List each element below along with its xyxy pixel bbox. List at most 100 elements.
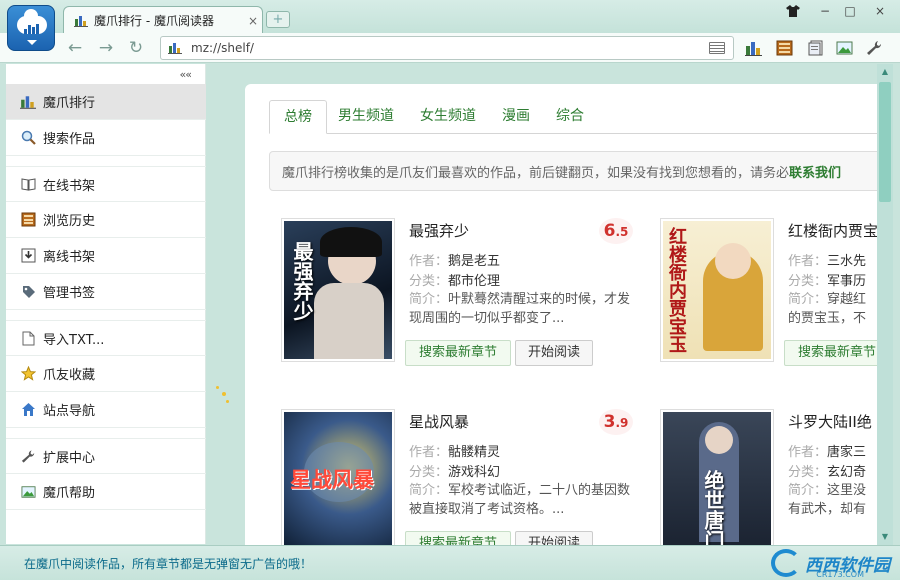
- back-button[interactable]: ←: [64, 37, 86, 59]
- sidebar: «« 魔爪排行 搜索作品 在线书架 浏览历史 离线书架 管理书签 导入TXT..…: [6, 64, 206, 544]
- sidebar-item-search[interactable]: 搜索作品: [6, 120, 206, 156]
- book-title[interactable]: 红楼衙内贾宝: [788, 220, 877, 241]
- book-category: 分类：都市伦理: [409, 274, 501, 289]
- book-icon: [20, 176, 36, 192]
- toolbar: ← → ↻ mz://shelf/: [0, 33, 900, 63]
- reader-mode-icon[interactable]: [709, 42, 725, 54]
- book-author: 作者：骷髅精灵: [409, 445, 501, 460]
- cover-title: 绝世唐门: [701, 470, 725, 545]
- book-card: 红楼衙内贾宝玉 红楼衙内贾宝 作者：三水先 分类：军事历 简介：穿越红 的贾宝玉，…: [660, 218, 877, 378]
- search-icon: [20, 130, 36, 146]
- main-content: 总榜 男生频道 女生频道 漫画 综合 魔爪排行榜收集的是爪友们最喜欢的作品，前后…: [245, 84, 877, 545]
- book-author: 作者：三水先: [788, 254, 867, 269]
- sidebar-item-label: 离线书架: [43, 250, 96, 265]
- book-card: 最强弃少 最强弃少 6.5 作者：鹅是老五 分类：都市伦理 简介：叶默蓦然清醒过…: [281, 218, 633, 378]
- scroll-down-button[interactable]: ▼: [879, 531, 891, 543]
- forward-button[interactable]: →: [95, 37, 117, 59]
- scroll-up-button[interactable]: ▲: [879, 66, 891, 78]
- scroll-thumb[interactable]: [879, 82, 891, 202]
- tab-overall[interactable]: 总榜: [269, 100, 327, 134]
- tab-general[interactable]: 综合: [542, 100, 598, 134]
- watermark-logo-icon: [771, 549, 801, 577]
- sidebar-item-online-shelf[interactable]: 在线书架: [6, 166, 206, 202]
- bookmark-icon: [20, 284, 36, 300]
- wrench-icon[interactable]: [866, 40, 883, 56]
- tab-female[interactable]: 女生频道: [406, 100, 490, 134]
- book-cover[interactable]: 星战风暴: [281, 409, 395, 545]
- sidebar-item-site-nav[interactable]: 站点导航: [6, 392, 206, 428]
- notice-text: 魔爪排行榜收集的是爪友们最喜欢的作品，前后键翻页，如果没有找到您想看的，请务必: [282, 166, 790, 181]
- browser-tab[interactable]: 魔爪排行 - 魔爪阅读器 ×: [63, 6, 263, 34]
- tab-close-button[interactable]: ×: [244, 14, 262, 28]
- book-intro: 简介：穿越红 的贾宝玉，不: [788, 292, 867, 326]
- sidebar-item-import-txt[interactable]: 导入TXT...: [6, 320, 206, 356]
- cover-title: 星战风暴: [290, 467, 374, 492]
- tab-title: 魔爪排行 - 魔爪阅读器: [94, 14, 214, 28]
- book-score: 6.5: [599, 218, 633, 244]
- address-text: mz://shelf/: [191, 41, 254, 55]
- search-latest-chapter-button[interactable]: 搜索最新章节: [405, 340, 511, 366]
- book-cover[interactable]: 最强弃少: [281, 218, 395, 362]
- search-latest-chapter-button[interactable]: 搜索最新章节: [784, 340, 877, 366]
- new-tab-button[interactable]: +: [266, 11, 290, 28]
- book-category: 分类：军事历: [788, 274, 867, 289]
- star-icon: [20, 366, 36, 382]
- ranking-chart-icon: [20, 94, 36, 110]
- ranking-chart-icon[interactable]: [745, 40, 762, 56]
- sidebar-item-extensions[interactable]: 扩展中心: [6, 438, 206, 474]
- vertical-scrollbar[interactable]: ▲ ▼: [877, 64, 893, 545]
- book-cover[interactable]: 绝世唐门: [660, 409, 774, 545]
- watermark-subtext: CR173.COM: [816, 570, 864, 579]
- tab-male[interactable]: 男生频道: [324, 100, 408, 134]
- sidebar-item-label: 搜索作品: [43, 132, 96, 147]
- sidebar-item-help[interactable]: 魔爪帮助: [6, 474, 206, 510]
- sidebar-item-history[interactable]: 浏览历史: [6, 202, 206, 238]
- home-icon: [20, 402, 36, 418]
- start-reading-button[interactable]: 开始阅读: [515, 340, 593, 366]
- refresh-button[interactable]: ↻: [125, 37, 147, 59]
- image-icon[interactable]: [836, 40, 853, 56]
- book-title[interactable]: 最强弃少: [409, 220, 469, 241]
- book-card: 星战风暴 星战风暴 3.9 作者：骷髅精灵 分类：游戏科幻 简介：军校考试临近，…: [281, 409, 633, 545]
- sidebar-item-favorites[interactable]: 爪友收藏: [6, 356, 206, 392]
- close-window-button[interactable]: ×: [868, 2, 892, 20]
- maximize-button[interactable]: □: [838, 2, 862, 20]
- cover-art: 星战风暴: [284, 412, 392, 545]
- book-card: 绝世唐门 斗罗大陆II绝 作者：唐家三 分类：玄幻奇 简介：这里没 有武术，却有: [660, 409, 877, 545]
- sidebar-item-label: 管理书签: [43, 286, 96, 301]
- book-title[interactable]: 斗罗大陆II绝: [788, 411, 872, 432]
- collapse-sidebar-button[interactable]: ««: [180, 68, 193, 81]
- search-latest-chapter-button[interactable]: 搜索最新章节: [405, 531, 511, 545]
- document-icon[interactable]: [808, 40, 825, 56]
- site-watermark: 西西软件园 CR173.COM: [771, 548, 890, 579]
- book-title[interactable]: 星战风暴: [409, 411, 469, 432]
- notice-banner: 魔爪排行榜收集的是爪友们最喜欢的作品，前后键翻页，如果没有找到您想看的，请务必联…: [269, 151, 877, 191]
- contact-us-link[interactable]: 联系我们: [789, 166, 841, 181]
- file-icon: [20, 330, 36, 346]
- history-icon[interactable]: [776, 40, 793, 56]
- tab-comics[interactable]: 漫画: [488, 100, 544, 134]
- ranking-tabs: 总榜 男生频道 女生频道 漫画 综合: [269, 100, 877, 134]
- sidebar-item-bookmarks[interactable]: 管理书签: [6, 274, 206, 310]
- sidebar-item-offline-shelf[interactable]: 离线书架: [6, 238, 206, 274]
- minimize-button[interactable]: −: [813, 2, 837, 20]
- book-score: 3.9: [599, 409, 633, 435]
- ranking-chart-icon: [74, 15, 88, 27]
- sidebar-item-ranking[interactable]: 魔爪排行: [6, 84, 206, 120]
- sidebar-item-label: 在线书架: [43, 178, 96, 194]
- chevron-down-icon: [27, 40, 37, 45]
- cover-title: 最强弃少: [290, 241, 314, 321]
- start-reading-button[interactable]: 开始阅读: [515, 531, 593, 545]
- sidebar-item-label: 导入TXT...: [43, 332, 105, 348]
- book-cover[interactable]: 红楼衙内贾宝玉: [660, 218, 774, 362]
- skin-shirt-icon[interactable]: [786, 5, 800, 17]
- help-image-icon: [20, 484, 36, 500]
- title-bar: 魔爪排行 - 魔爪阅读器 × + − □ ×: [0, 0, 900, 51]
- book-author: 作者：鹅是老五: [409, 254, 501, 269]
- ranking-chart-icon: [168, 43, 182, 54]
- download-icon: [20, 248, 36, 264]
- address-bar[interactable]: mz://shelf/: [160, 36, 734, 60]
- book-category: 分类：游戏科幻: [409, 465, 501, 480]
- cover-art: 最强弃少: [284, 221, 392, 359]
- app-logo-menu-button[interactable]: [7, 5, 55, 51]
